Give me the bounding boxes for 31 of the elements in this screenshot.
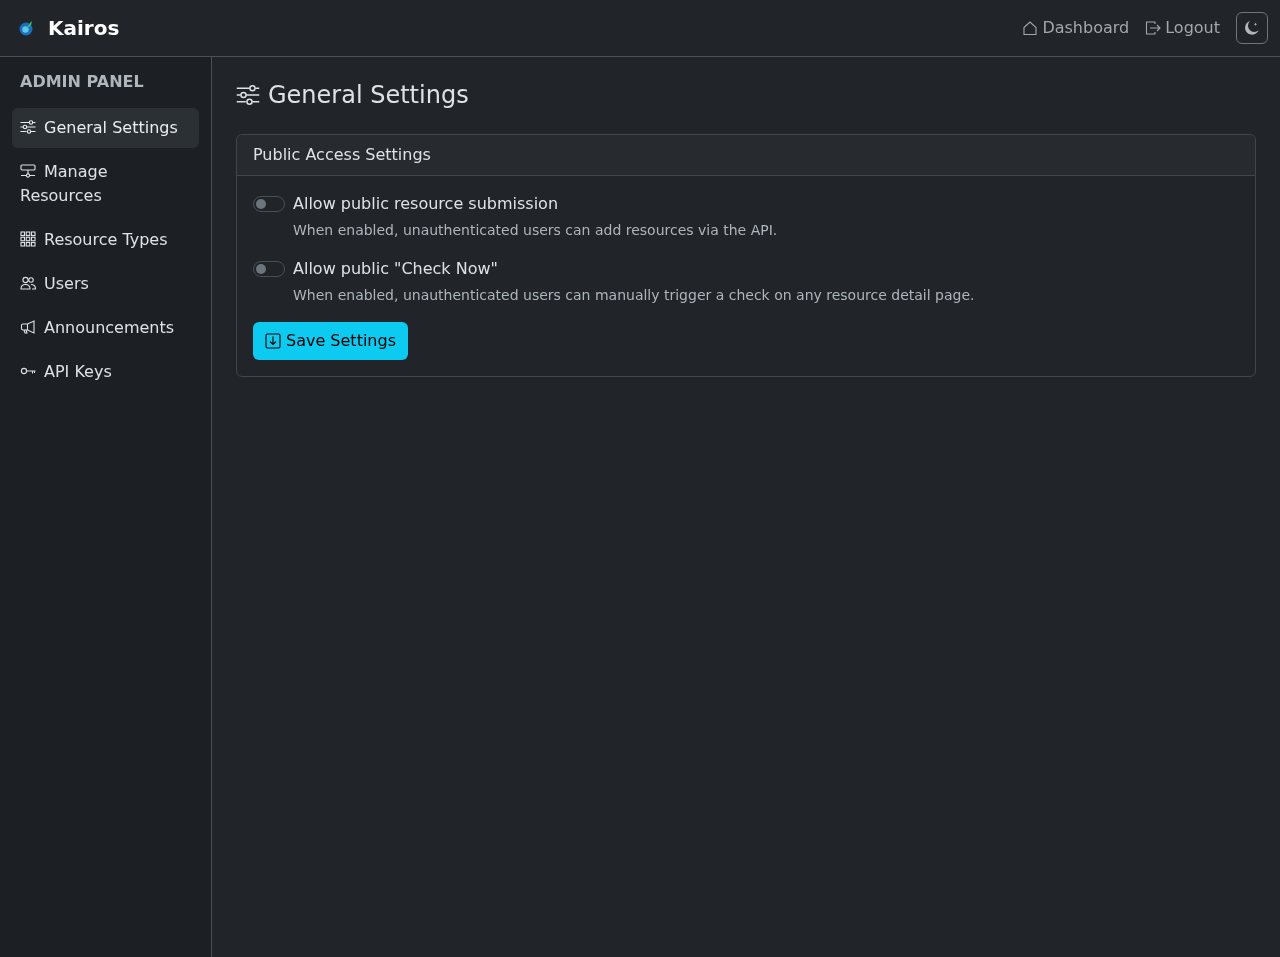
page-title: General Settings — [268, 81, 469, 110]
setting-label: Allow public resource submission — [293, 192, 560, 215]
moon-icon — [1244, 20, 1260, 36]
sidebar-item[interactable]: Users — [12, 264, 199, 304]
theme-toggle-button[interactable] — [1236, 12, 1268, 44]
download-icon — [265, 332, 281, 349]
network-icon — [20, 163, 36, 179]
toggle-switch[interactable] — [253, 260, 285, 277]
brand-name[interactable]: Kairos — [48, 16, 120, 40]
save-button[interactable]: Save Settings — [253, 321, 408, 360]
sidebar-item[interactable]: Manage Resources — [12, 152, 199, 216]
megaphone-icon — [20, 319, 36, 335]
sidebar-item[interactable]: General Settings — [12, 108, 199, 148]
setting-label: Allow public "Check Now" — [293, 257, 499, 280]
toggle-switch[interactable] — [253, 195, 285, 212]
nav-link[interactable]: Logout — [1145, 16, 1220, 40]
house-icon — [1022, 20, 1039, 36]
setting-description: When enabled, unauthenticated users can manually trigger a check on any resource detail page. — [293, 285, 975, 305]
sliders-icon — [236, 83, 260, 108]
sidebar-item[interactable]: Announcements — [12, 308, 199, 348]
nav-link[interactable]: Dashboard — [1022, 16, 1130, 40]
sliders-icon — [20, 119, 36, 135]
sidebar-item[interactable]: Resource Types — [12, 220, 199, 260]
sidebar-heading: ADMIN PANEL — [19, 71, 145, 93]
sidebar-item[interactable]: API Keys — [12, 352, 199, 392]
card-header: Public Access Settings — [237, 134, 1255, 176]
logo-icon — [19, 20, 33, 36]
grid-icon — [20, 231, 36, 247]
setting-description: When enabled, unauthenticated users can add resources via the API. — [293, 220, 778, 240]
exit-icon — [1145, 20, 1162, 36]
people-icon — [20, 275, 36, 291]
